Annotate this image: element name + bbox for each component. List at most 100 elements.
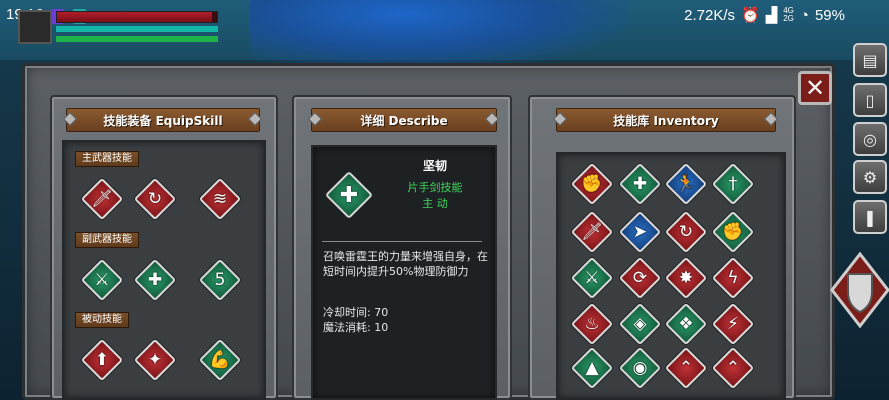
skill-slot-equip[interactable]: ↻ — [133, 177, 177, 221]
gauntlet-icon: ✊ — [581, 174, 603, 194]
chevron-up-icon: ⌃ — [678, 358, 694, 378]
xp-bar — [56, 36, 218, 42]
skill-slot-equip[interactable]: ⚔ — [80, 258, 124, 302]
double-chevron-icon: ⌃ — [725, 358, 741, 378]
skill-slot-inventory[interactable]: ⚔ — [570, 256, 614, 300]
skill-name: 坚韧 — [422, 159, 447, 173]
inventory-title: 技能库 Inventory — [556, 108, 776, 132]
status-right-group: 2.72K/s ⏰ ▟ 4G 2G ◔ 59% — [684, 6, 845, 25]
axe-icon: ⚔ — [584, 268, 600, 288]
runner-icon: 🏃 — [675, 174, 697, 194]
skill-slot-inventory[interactable]: ❖ — [664, 302, 708, 346]
cart-icon: ▲ — [585, 358, 599, 378]
bag-icon: ▤ — [862, 50, 878, 70]
skill-slot-inventory[interactable]: ✊ — [570, 162, 614, 206]
whirlwind-icon: ↻ — [147, 189, 163, 209]
cross-shield-icon: ✚ — [632, 174, 648, 194]
hp-bar — [56, 11, 218, 23]
burst-icon: ✸ — [678, 268, 694, 288]
skill-slot-inventory[interactable]: ◉ — [618, 346, 662, 390]
numbered-shield-icon: 5 — [214, 270, 226, 290]
beast-icon: ❖ — [678, 314, 694, 334]
skill-slot-equip[interactable]: ⬆ — [80, 338, 124, 382]
skill-slot-equip[interactable]: 5 — [198, 258, 242, 302]
scroll-icon: ❚ — [863, 207, 877, 227]
dagger-strike-icon: 🗡 — [91, 189, 113, 209]
skill-description: 召唤雷霆王的力量来增强自身，在短时间内提升50%物理防御力 — [323, 250, 488, 278]
cross-shield-icon: ✚ — [339, 182, 359, 208]
xp-fill — [56, 36, 218, 42]
emblem-icon: ◎ — [863, 129, 877, 149]
inventory-title-text: 技能库 Inventory — [613, 113, 719, 128]
skill-slot-inventory[interactable]: ↻ — [664, 210, 708, 254]
avatar[interactable] — [18, 10, 52, 44]
mp-bar — [56, 26, 218, 32]
sword-green-icon: † — [728, 174, 738, 194]
skill-slot-inventory[interactable]: ✊ — [711, 210, 755, 254]
skill-activation: 主 动 — [422, 197, 448, 210]
network-type: 4G 2G — [783, 6, 794, 23]
describe-title-text: 详细 Describe — [360, 113, 448, 128]
alarm-icon: ⏰ — [741, 7, 760, 24]
equip-section-label: 主武器技能 — [75, 151, 139, 167]
skill-slot-inventory[interactable]: ✸ — [664, 256, 708, 300]
skill-mana-cost: 魔法消耗: 10 — [323, 321, 389, 334]
skill-slot-equip[interactable]: 🗡 — [80, 177, 124, 221]
equip-title-text: 技能装备 EquipSkill — [103, 113, 223, 128]
skill-slot-inventory[interactable]: ✚ — [618, 162, 662, 206]
skill-slot-inventory[interactable]: ➤ — [618, 210, 662, 254]
skill-slot-inventory[interactable]: † — [711, 162, 755, 206]
guard-button[interactable] — [830, 251, 889, 329]
skill-slot-inventory[interactable]: ⌃ — [664, 346, 708, 390]
skill-slot-inventory[interactable]: ◈ — [618, 302, 662, 346]
gem-helmet-icon: ◈ — [633, 314, 647, 334]
emblem-button[interactable]: ◎ — [853, 122, 887, 156]
describe-divider — [322, 241, 482, 242]
axe-icon: ⚔ — [94, 270, 110, 290]
skill-slot-inventory[interactable]: ▲ — [570, 346, 614, 390]
door-icon: ▯ — [865, 90, 875, 110]
bag-button[interactable]: ▤ — [853, 43, 887, 77]
sword-up-icon: ⬆ — [94, 350, 110, 370]
claw-slash-icon: ≋ — [212, 189, 228, 209]
skill-type: 片手剑技能 — [407, 181, 463, 194]
skill-slot-inventory[interactable]: ϟ — [711, 256, 755, 300]
skill-slot-equip[interactable]: 💪 — [198, 338, 242, 382]
cross-shield-icon: ✚ — [147, 270, 163, 290]
signal-icon: ▟ — [765, 7, 778, 24]
mp-fill — [56, 26, 218, 32]
lightning-icon: ϟ — [727, 268, 739, 288]
describe-title: 详细 Describe — [311, 108, 497, 132]
door-button[interactable]: ▯ — [853, 83, 887, 117]
close-button[interactable]: ✕ — [798, 71, 832, 105]
star-sword-icon: ✦ — [147, 350, 163, 370]
close-icon: ✕ — [804, 74, 826, 102]
battery-level: 59% — [814, 6, 845, 24]
scroll-button[interactable]: ❚ — [853, 200, 887, 234]
skill-slot-equip[interactable]: ✚ — [133, 258, 177, 302]
equip-title: 技能装备 EquipSkill — [66, 108, 260, 132]
flex-arm-icon: 💪 — [209, 350, 231, 370]
gear-icon: ⚙ — [862, 167, 878, 187]
equip-section-label: 副武器技能 — [75, 232, 139, 248]
skill-slot-equip[interactable]: ✦ — [133, 338, 177, 382]
skill-slot-inventory[interactable]: ⚡ — [711, 302, 755, 346]
dagger-strike-icon: 🗡 — [581, 222, 603, 242]
flame-icon: ♨ — [584, 314, 600, 334]
spiral-strike-icon: ⟳ — [632, 268, 648, 288]
skill-slot-inventory[interactable]: ⌃ — [711, 346, 755, 390]
skill-slot-inventory[interactable]: ♨ — [570, 302, 614, 346]
fist-icon: ✊ — [722, 222, 744, 242]
scene-water — [250, 0, 630, 70]
guard-shield-icon — [830, 251, 889, 329]
slash-icon: ⚡ — [727, 314, 739, 334]
equip-section-label: 被动技能 — [75, 312, 129, 328]
shell-icon: ◉ — [632, 358, 648, 378]
skill-slot-inventory[interactable]: 🏃 — [664, 162, 708, 206]
gear-button[interactable]: ⚙ — [853, 160, 887, 194]
skill-cooldown: 冷却时间: 70 — [323, 306, 389, 319]
skill-slot-equip[interactable]: ≋ — [198, 177, 242, 221]
skill-slot-inventory[interactable]: 🗡 — [570, 210, 614, 254]
skill-slot-inventory[interactable]: ⟳ — [618, 256, 662, 300]
selected-skill-icon: ✚ — [324, 170, 374, 220]
